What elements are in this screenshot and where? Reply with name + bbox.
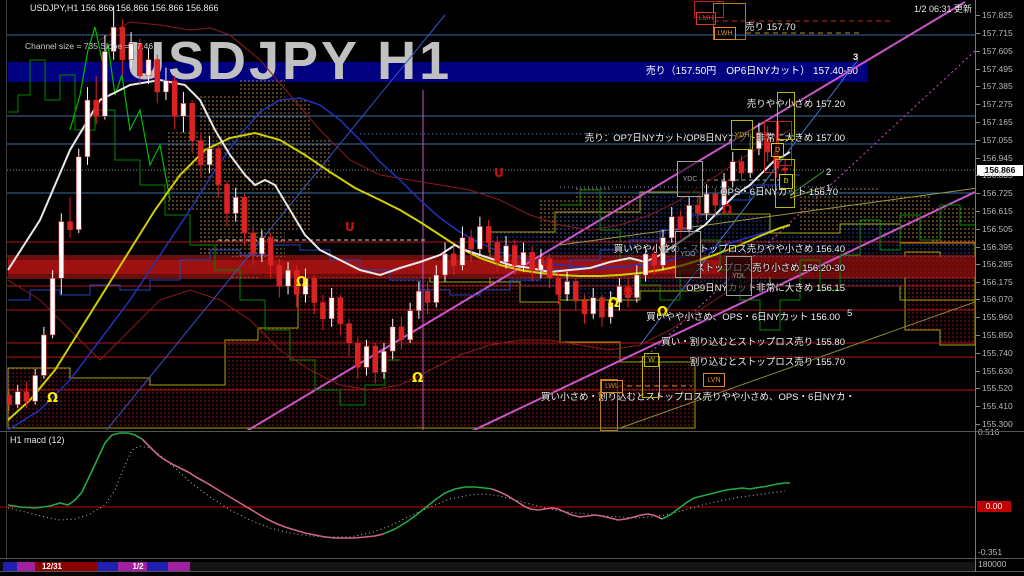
price-axis-label: 155.630 bbox=[982, 366, 1013, 376]
axis-tick bbox=[976, 335, 980, 336]
price-axis-label: 157.495 bbox=[982, 64, 1013, 74]
chart-symbol-glyph: Ω bbox=[623, 284, 633, 298]
axis-tick bbox=[976, 193, 980, 194]
price-axis-label: 155.300 bbox=[982, 419, 1013, 429]
macd-axis-extra: 180000 bbox=[978, 559, 1006, 569]
chart-canvas[interactable]: ΩΩΩΩΩUUUΩΩ bbox=[0, 0, 1024, 576]
chart-symbol-glyph: Ω bbox=[47, 391, 58, 406]
axis-tick bbox=[976, 15, 980, 16]
macd-pane[interactable] bbox=[0, 433, 975, 538]
price-axis-label: 156.615 bbox=[982, 206, 1013, 216]
axis-tick bbox=[976, 140, 980, 141]
axis-tick bbox=[976, 424, 980, 425]
chart-symbol-glyph: Ω bbox=[608, 296, 619, 311]
axis-separator bbox=[975, 0, 976, 572]
axis-tick bbox=[976, 247, 980, 248]
axis-tick bbox=[976, 175, 980, 176]
axis-tick bbox=[976, 86, 980, 87]
session-segment bbox=[190, 562, 975, 571]
axis-tick bbox=[976, 282, 980, 283]
window-bottom-edge bbox=[0, 571, 1024, 572]
price-axis-label: 157.385 bbox=[982, 81, 1013, 91]
main-plot[interactable]: ΩΩΩΩΩUUUΩΩ bbox=[7, 2, 979, 432]
price-axis-label: 157.165 bbox=[982, 117, 1013, 127]
chart-left-border bbox=[6, 0, 7, 558]
price-axis-label: 155.850 bbox=[982, 330, 1013, 340]
price-axis-label: 155.740 bbox=[982, 348, 1013, 358]
axis-tick bbox=[976, 299, 980, 300]
axis-tick bbox=[976, 158, 980, 159]
axis-tick bbox=[976, 104, 980, 105]
chart-symbol-glyph: Ω bbox=[296, 275, 307, 290]
mt4-chart-window: 売り（157.50円 OP6日NYカット） 157.40-50 USDJPY H… bbox=[0, 0, 1024, 576]
price-axis-label: 156.945 bbox=[982, 153, 1013, 163]
price-axis-label: 157.715 bbox=[982, 28, 1013, 38]
macd-zero-box: 0.00 bbox=[977, 501, 1011, 512]
pane-separator-top bbox=[0, 431, 1024, 432]
price-axis-label: 157.275 bbox=[982, 99, 1013, 109]
axis-tick bbox=[976, 69, 980, 70]
axis-tick bbox=[976, 406, 980, 407]
chart-symbol-glyph: U bbox=[540, 255, 550, 269]
price-axis-label: 156.505 bbox=[982, 224, 1013, 234]
session-segment bbox=[147, 562, 168, 571]
axis-tick bbox=[976, 51, 980, 52]
price-axis-label: 155.520 bbox=[982, 383, 1013, 393]
axis-tick bbox=[976, 264, 980, 265]
chart-symbol-glyph: Ω bbox=[412, 371, 423, 386]
price-axis[interactable]: 156.866 0.00 0.516 -0.351 180000 157.825… bbox=[976, 0, 1024, 576]
chart-symbol-glyph: Ω bbox=[722, 202, 732, 216]
axis-tick bbox=[976, 353, 980, 354]
axis-tick bbox=[976, 229, 980, 230]
pane-separator-bottom bbox=[0, 558, 1024, 559]
price-axis-label: 156.835 bbox=[982, 170, 1013, 180]
price-axis-label: 156.725 bbox=[982, 188, 1013, 198]
price-axis-label: 156.175 bbox=[982, 277, 1013, 287]
macd-axis-bottom: -0.351 bbox=[978, 547, 1002, 557]
date-label: 1/2 bbox=[132, 562, 143, 571]
axis-tick bbox=[976, 122, 980, 123]
session-segment bbox=[97, 562, 118, 571]
price-axis-label: 157.055 bbox=[982, 135, 1013, 145]
chart-symbol-glyph: Ω bbox=[657, 305, 668, 320]
price-axis-label: 157.825 bbox=[982, 10, 1013, 20]
axis-tick bbox=[976, 211, 980, 212]
axis-tick bbox=[976, 371, 980, 372]
axis-tick bbox=[976, 317, 980, 318]
price-axis-label: 156.395 bbox=[982, 242, 1013, 252]
time-axis[interactable]: 12/31 1/2 bbox=[0, 562, 975, 571]
price-axis-label: 155.410 bbox=[982, 401, 1013, 411]
price-axis-label: 157.605 bbox=[982, 46, 1013, 56]
date-label: 12/31 bbox=[42, 562, 62, 571]
axis-tick bbox=[976, 33, 980, 34]
chart-symbol-glyph: U bbox=[494, 166, 504, 180]
session-segment bbox=[168, 562, 190, 571]
price-axis-label: 155.960 bbox=[982, 312, 1013, 322]
price-axis-label: 156.070 bbox=[982, 294, 1013, 304]
price-axis-label: 156.285 bbox=[982, 259, 1013, 269]
session-segment bbox=[3, 562, 17, 571]
session-segment bbox=[17, 562, 35, 571]
chart-symbol-glyph: U bbox=[345, 220, 355, 234]
axis-tick bbox=[976, 388, 980, 389]
